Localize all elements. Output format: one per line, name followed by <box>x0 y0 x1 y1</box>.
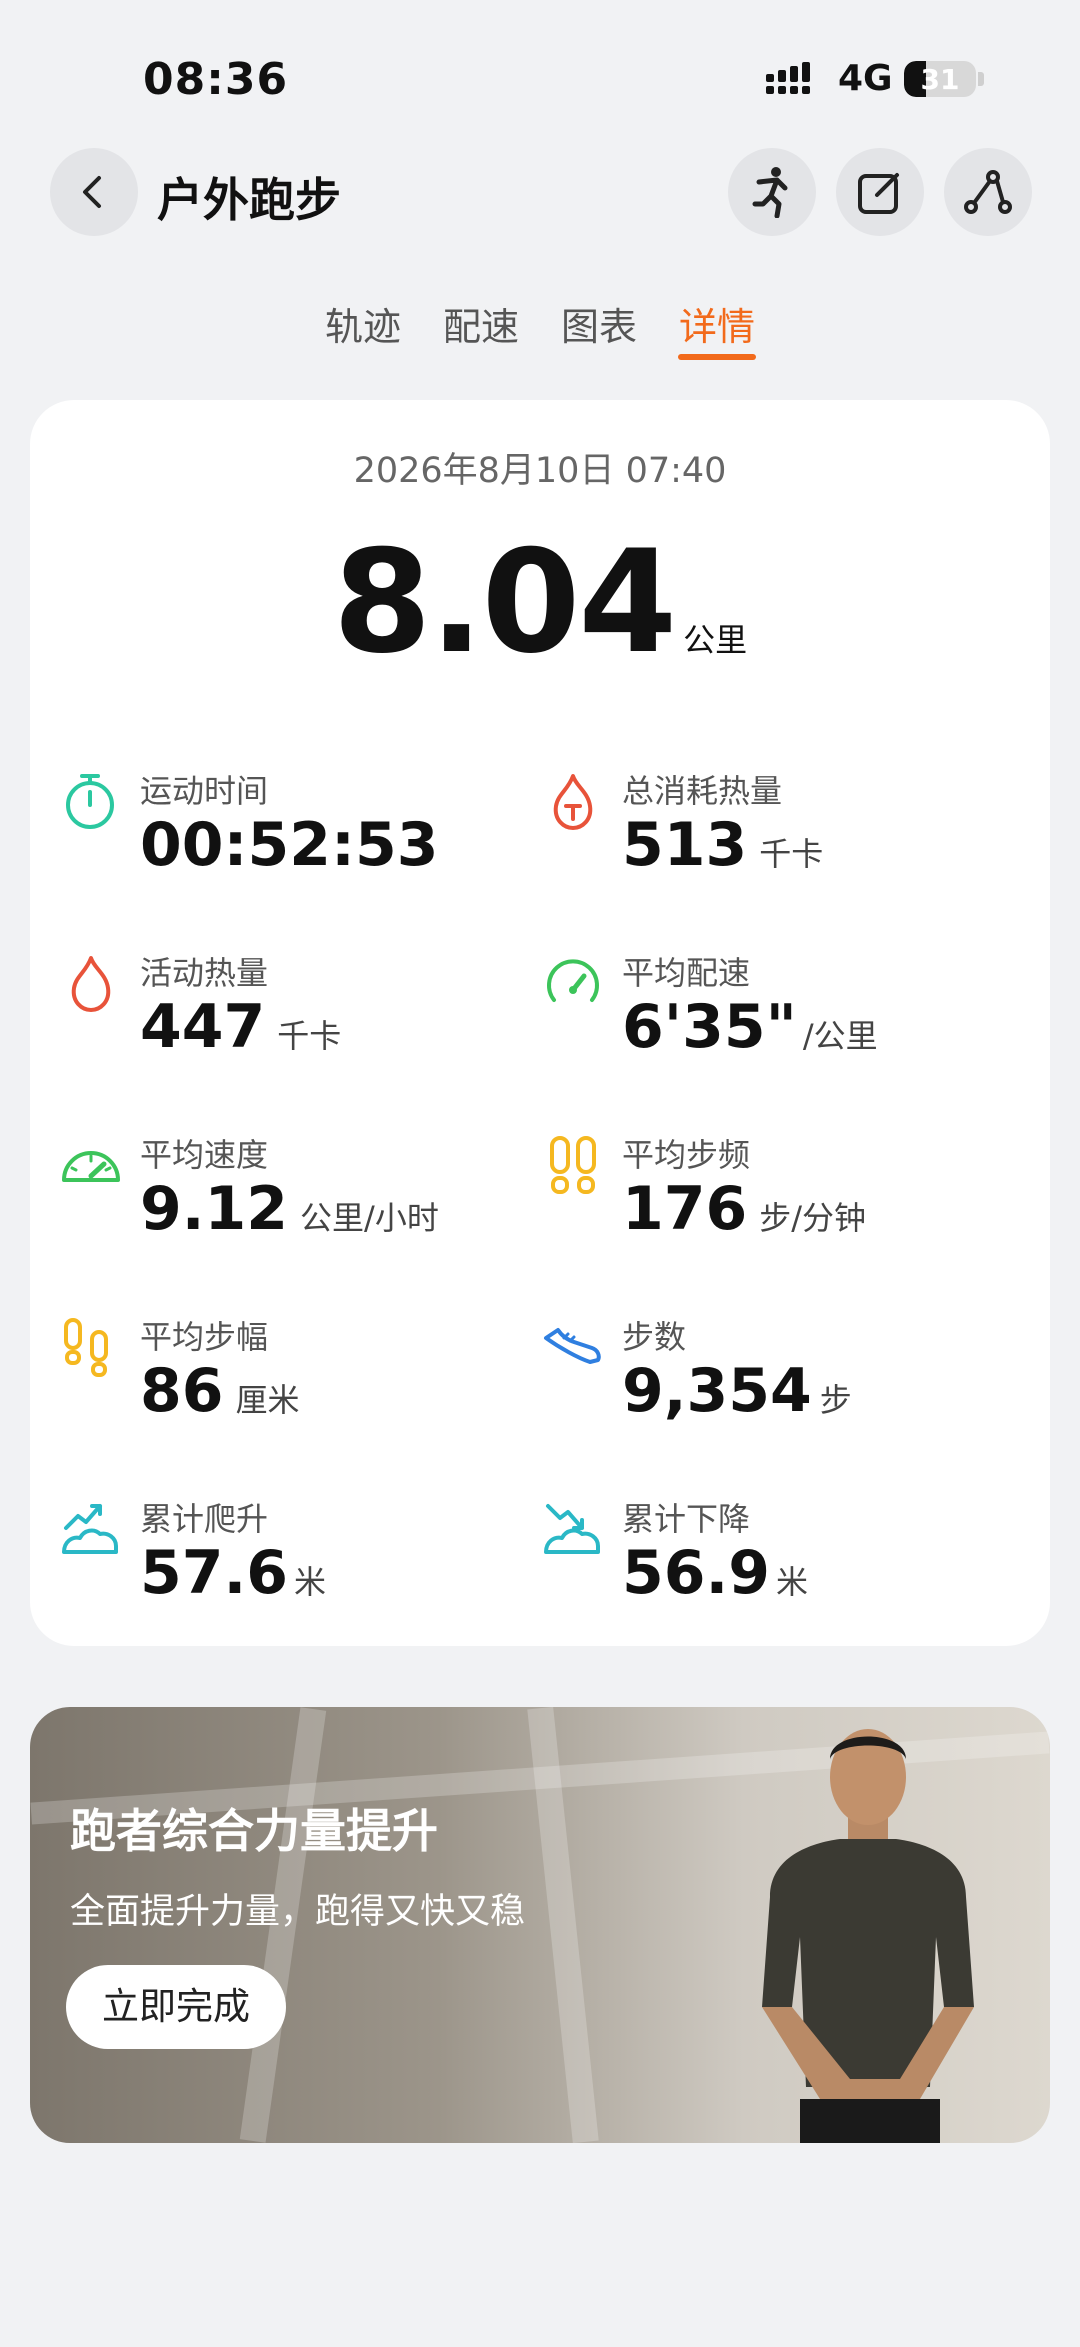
footprints-icon <box>550 1136 596 1194</box>
flame-icon <box>71 956 111 1012</box>
distance-unit: 公里 <box>683 621 748 659</box>
metric-unit: 千卡 <box>277 1017 342 1055</box>
complete-now-button[interactable]: 立即完成 <box>66 1965 286 2049</box>
metric-label: 步数 <box>622 1318 687 1356</box>
metric-avg-cadence: 平均步频 176 步/分钟 <box>542 1130 1022 1250</box>
distance-value: 8.04 <box>332 520 677 685</box>
metric-value: 513 <box>622 810 748 880</box>
metric-label: 累计爬升 <box>140 1500 269 1538</box>
battery-level: 31 <box>920 63 960 96</box>
back-button[interactable] <box>50 148 138 236</box>
metric-value: 57.6 <box>140 1538 289 1608</box>
metric-unit: 厘米 <box>235 1381 300 1419</box>
metric-label: 累计下降 <box>622 1500 751 1538</box>
route-share-button[interactable] <box>944 148 1032 236</box>
metric-value: 447 <box>140 992 266 1062</box>
network-type: 4G <box>838 58 893 99</box>
chevron-left-icon <box>83 176 101 208</box>
metric-value: 56.9 <box>622 1538 771 1608</box>
metric-descent: 累计下降 56.9 米 <box>542 1494 1022 1614</box>
metric-unit: 公里/小时 <box>300 1199 439 1237</box>
route-share-icon <box>964 170 1012 214</box>
edit-button[interactable] <box>836 148 924 236</box>
metric-avg-pace: 平均配速 6'35"/公里 <box>542 948 1022 1068</box>
promo-title: 跑者综合力量提升 <box>70 1804 438 1858</box>
workout-summary-card: 2026年8月10日 07:40 8.04 公里 运动时间 00:52:53 总消… <box>30 400 1050 1646</box>
metric-steps: 步数 9,354 步 <box>542 1312 1022 1432</box>
sneaker-icon <box>544 1328 601 1364</box>
battery-tip <box>978 72 984 86</box>
metric-total-calories: 总消耗热量 513 千卡 <box>542 766 1022 886</box>
metric-value: 00:52:53 <box>140 810 439 880</box>
pace-gauge-icon <box>547 959 599 1002</box>
metric-value: 86 <box>140 1356 224 1426</box>
status-time: 08:36 <box>143 54 289 105</box>
runner-icon <box>752 167 788 218</box>
page-title: 户外跑步 <box>157 173 341 227</box>
metric-label: 平均步频 <box>622 1136 751 1174</box>
metric-value: 176 <box>622 1174 748 1244</box>
metric-unit: 米 <box>294 1563 327 1601</box>
metric-label: 平均配速 <box>622 954 751 992</box>
metric-unit: 步 <box>819 1381 852 1419</box>
metric-duration: 运动时间 00:52:53 <box>60 766 540 886</box>
distance-display: 8.04 公里 <box>30 520 1050 685</box>
tab-pace[interactable]: 配速 <box>443 296 519 351</box>
stride-footprints-icon <box>64 1318 108 1377</box>
metric-label: 总消耗热量 <box>622 772 783 810</box>
metric-label: 平均速度 <box>140 1136 269 1174</box>
battery-icon: 31 <box>904 61 976 97</box>
metric-unit: 千卡 <box>759 835 824 873</box>
metric-unit: 步/分钟 <box>759 1199 867 1237</box>
promo-banner[interactable]: 跑者综合力量提升 全面提升力量，跑得又快又稳 立即完成 <box>30 1707 1050 2143</box>
metric-ascent: 累计爬升 57.6 米 <box>60 1494 540 1614</box>
metric-label: 平均步幅 <box>140 1318 269 1356</box>
descent-icon <box>544 1504 600 1554</box>
calorie-flame-t-icon <box>553 774 593 830</box>
metric-value: 9,354 <box>622 1356 812 1426</box>
workout-date: 2026年8月10日 07:40 <box>353 451 727 491</box>
runner-button[interactable] <box>728 148 816 236</box>
metric-label: 活动热量 <box>140 954 269 992</box>
tab-details[interactable]: 详情 <box>679 296 755 351</box>
tab-active-indicator <box>678 354 756 360</box>
status-bar: 08:36 4G 31 <box>0 0 1080 150</box>
athlete-image <box>762 1729 974 2143</box>
metric-avg-speed: 平均速度 9.12 公里/小时 <box>60 1130 540 1250</box>
metric-value: 9.12 <box>140 1174 289 1244</box>
metric-unit: 米 <box>776 1563 809 1601</box>
tab-charts[interactable]: 图表 <box>561 296 637 351</box>
header: 户外跑步 <box>0 148 1080 238</box>
metric-active-calories: 活动热量 447 千卡 <box>60 948 540 1068</box>
speedometer-icon <box>62 1151 120 1182</box>
tab-track[interactable]: 轨迹 <box>325 296 401 351</box>
metric-value: 6'35" <box>622 992 797 1062</box>
stopwatch-icon <box>66 774 114 829</box>
metric-unit: /公里 <box>802 1017 878 1055</box>
edit-icon <box>858 173 899 214</box>
metric-avg-stride: 平均步幅 86 厘米 <box>60 1312 540 1432</box>
ascent-icon <box>62 1504 118 1554</box>
metric-label: 运动时间 <box>140 772 269 810</box>
tab-bar: 轨迹 配速 图表 详情 <box>0 296 1080 366</box>
signal-icon <box>766 62 810 94</box>
promo-subtitle: 全面提升力量，跑得又快又稳 <box>70 1892 526 1932</box>
